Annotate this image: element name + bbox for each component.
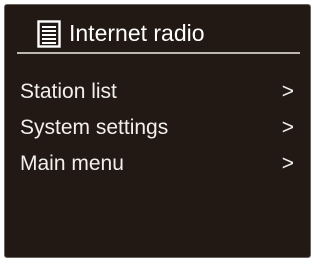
radio-display: Internet radio Station list > System set… <box>4 4 311 258</box>
menu-item-station-list[interactable]: Station list > <box>5 74 310 110</box>
menu-item-system-settings[interactable]: System settings > <box>5 110 310 146</box>
list-document-icon <box>37 20 61 48</box>
menu-item-label: Station list <box>20 80 117 103</box>
menu-item-main-menu[interactable]: Main menu > <box>5 146 310 182</box>
menu-item-label: Main menu <box>20 152 124 175</box>
header-divider <box>17 52 300 54</box>
screen-header: Internet radio <box>5 5 310 55</box>
menu-list: Station list > System settings > Main me… <box>5 74 310 182</box>
chevron-right-icon: > <box>281 80 294 103</box>
menu-item-label: System settings <box>20 116 169 139</box>
chevron-right-icon: > <box>281 116 294 139</box>
chevron-right-icon: > <box>281 152 294 175</box>
page-title: Internet radio <box>69 20 205 46</box>
